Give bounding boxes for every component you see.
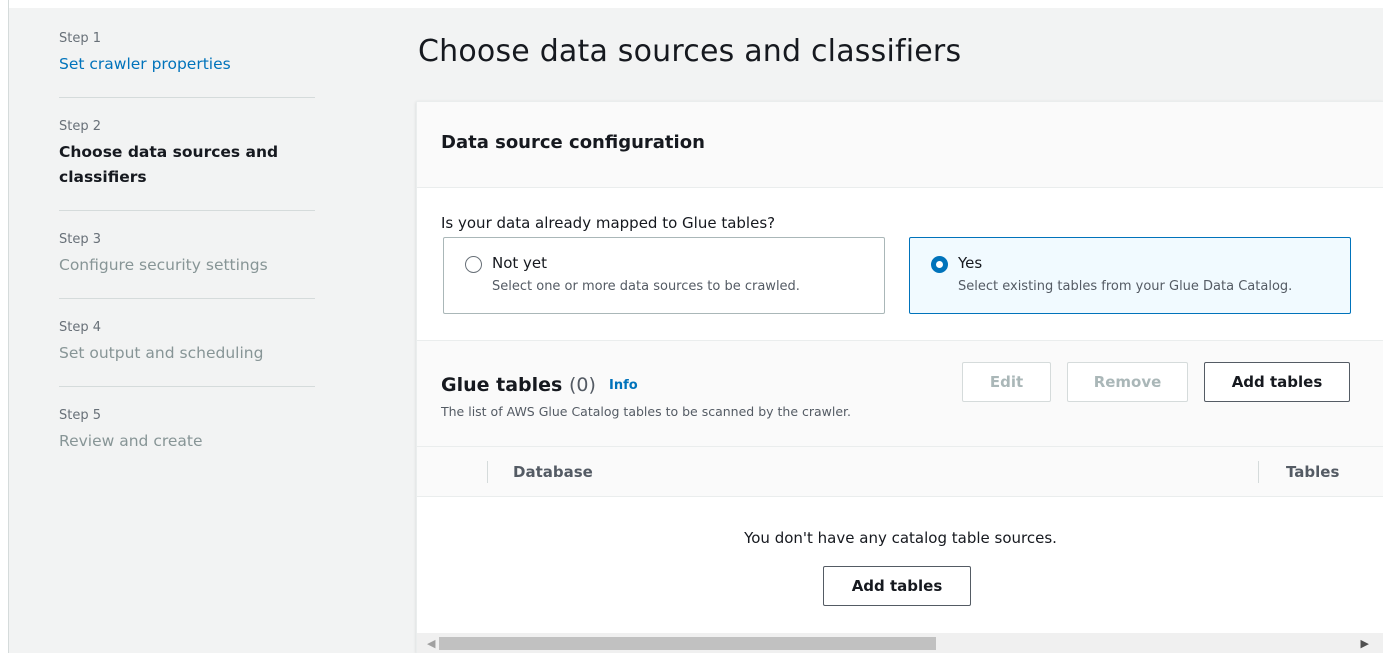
radio-not-yet[interactable]	[465, 256, 482, 273]
step-number: Step 4	[59, 320, 102, 335]
glue-tables-description: The list of AWS Glue Catalog tables to b…	[441, 404, 852, 419]
mapping-question: Is your data already mapped to Glue tabl…	[441, 214, 776, 232]
step-5: Step 5 Review and create	[59, 407, 315, 474]
page-title: Choose data sources and classifiers	[418, 34, 962, 69]
table-header: Database Tables	[417, 447, 1383, 497]
step-3: Step 3 Configure security settings	[59, 231, 315, 299]
radio-yes[interactable]	[931, 256, 948, 273]
top-band	[0, 0, 1383, 8]
step-title-security: Configure security settings	[59, 256, 268, 274]
scroll-left-arrow-icon[interactable]: ◀	[427, 637, 435, 650]
column-header-tables[interactable]: Tables	[1286, 463, 1339, 481]
option-yes-tile[interactable]: Yes Select existing tables from your Glu…	[909, 237, 1351, 314]
step-link-crawler-properties[interactable]: Set crawler properties	[59, 52, 315, 77]
data-source-panel: Data source configuration Is your data a…	[416, 101, 1383, 653]
option-description: Select one or more data sources to be cr…	[492, 279, 800, 294]
glue-tables-header: Glue tables (0) Info The list of AWS Glu…	[417, 341, 1383, 447]
horizontal-scrollbar[interactable]: ◀ ▶	[417, 633, 1383, 653]
step-number: Step 1	[59, 31, 102, 46]
edit-button[interactable]: Edit	[962, 362, 1051, 402]
option-description: Select existing tables from your Glue Da…	[958, 279, 1293, 294]
scrollbar-thumb[interactable]	[439, 637, 936, 650]
step-title-output: Set output and scheduling	[59, 344, 264, 362]
add-tables-button[interactable]: Add tables	[1204, 362, 1350, 402]
option-not-yet-tile[interactable]: Not yet Select one or more data sources …	[443, 237, 885, 314]
step-current-title: Choose data sources and classifiers	[59, 143, 279, 186]
glue-tables-count: (0)	[568, 374, 596, 396]
step-4: Step 4 Set output and scheduling	[59, 319, 315, 387]
remove-button[interactable]: Remove	[1067, 362, 1188, 402]
step-number: Step 5	[59, 408, 102, 423]
step-1: Step 1 Set crawler properties	[59, 30, 315, 98]
left-edge	[0, 0, 8, 653]
option-label: Yes	[958, 254, 983, 272]
column-header-database[interactable]: Database	[513, 463, 593, 481]
empty-state-text: You don't have any catalog table sources…	[744, 529, 1057, 547]
panel-heading: Data source configuration	[441, 132, 705, 153]
left-edge-line	[8, 0, 9, 653]
glue-tables-title-text: Glue tables	[441, 374, 563, 396]
panel-header: Data source configuration	[417, 102, 1383, 188]
info-link[interactable]: Info	[609, 378, 638, 393]
column-divider	[1258, 461, 1259, 483]
step-2: Step 2 Choose data sources and classifie…	[59, 118, 315, 211]
step-number: Step 3	[59, 232, 102, 247]
wizard-steps: Step 1 Set crawler properties Step 2 Cho…	[59, 30, 315, 494]
step-title-review: Review and create	[59, 432, 203, 450]
glue-tables-title: Glue tables (0)	[441, 374, 596, 396]
column-divider	[487, 461, 488, 483]
add-tables-empty-button[interactable]: Add tables	[823, 566, 971, 606]
scroll-right-arrow-icon[interactable]: ▶	[1361, 637, 1369, 650]
step-number: Step 2	[59, 119, 102, 134]
option-label: Not yet	[492, 254, 548, 272]
